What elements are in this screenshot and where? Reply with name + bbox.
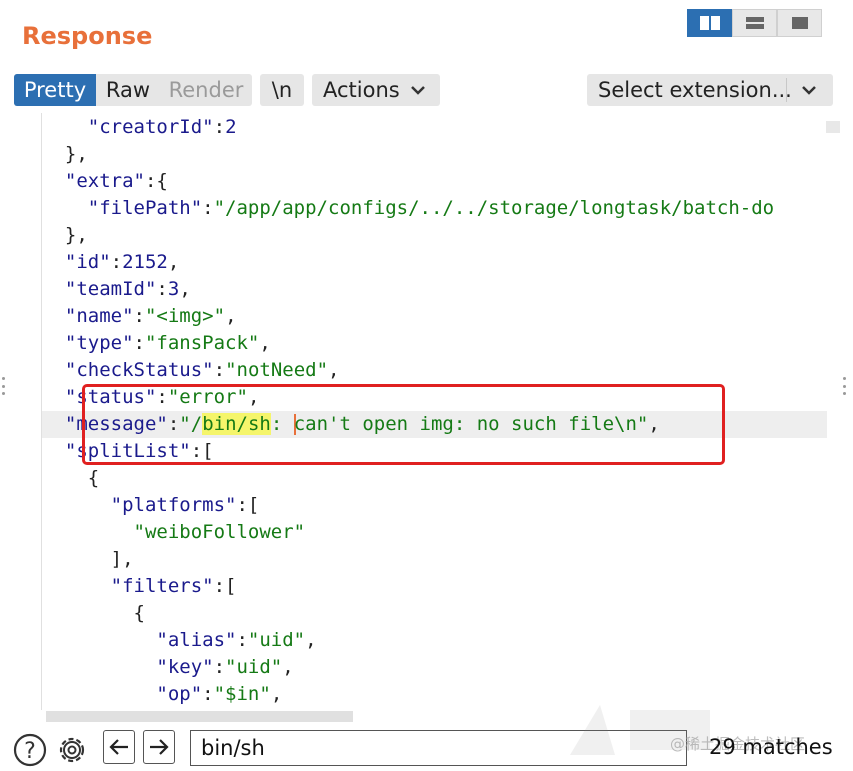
code-line: "creatorId":2 [87,116,237,138]
code-line: "filters":[ [110,575,237,597]
next-match-button[interactable] [143,730,175,764]
tab-pretty[interactable]: Pretty [14,74,96,106]
actions-label: Actions [323,78,400,102]
newline-toggle-button[interactable]: \n [260,74,304,106]
code-line: "type":"fansPack", [64,332,271,354]
code-line: "status":"error", [64,386,260,408]
arrow-left-icon [109,739,128,755]
split-rows-icon [745,17,764,29]
settings-button[interactable] [52,732,92,768]
help-button[interactable]: ? [12,732,48,768]
match-count: 29 matches [709,735,833,759]
code-line: ], [42,548,134,570]
code-line: "platforms":[ [110,494,260,516]
response-editor[interactable]: "creatorId":2 }, "extra":{ "filePath":"/… [42,113,827,710]
code-line: "name":"<img>", [64,305,237,327]
gear-icon [59,737,85,763]
dropdown-divider [786,78,787,102]
single-pane-icon [791,17,808,29]
code-line: "alias":"uid", [156,629,317,651]
code-line: }, [42,224,88,246]
layout-split-horizontal-button[interactable] [687,9,732,37]
select-extension-label: Select extension... [598,78,792,102]
code-line: "key":"uid", [156,656,294,678]
code-line: "id":2152, [64,251,180,273]
code-line: "filePath":"/app/app/configs/../../stora… [87,197,775,219]
split-columns-icon [699,16,720,30]
code-line-current: "message":"/bin/sh: can't open img: no s… [42,411,827,438]
tab-render[interactable]: Render [160,74,252,106]
response-title: Response [22,22,153,50]
code-line: "extra":{ [64,170,168,192]
right-resize-handle[interactable] [843,377,847,395]
actions-button[interactable]: Actions [312,74,440,106]
tab-raw[interactable]: Raw [96,74,160,106]
code-line: "splitList":[ [64,440,214,462]
code-line: "checkStatus":"notNeed", [64,359,340,381]
layout-toggle [687,9,822,37]
svg-text:?: ? [24,739,36,764]
select-extension-dropdown[interactable]: Select extension... [587,74,833,106]
code-line: { [42,467,100,489]
previous-match-button[interactable] [103,730,135,764]
layout-split-vertical-button[interactable] [732,9,777,37]
code-line: "teamId":3, [64,278,191,300]
code-line: { [42,602,145,624]
view-tabs: Pretty Raw Render [14,74,252,106]
code-line: "weiboFollower" [133,521,306,543]
chevron-down-icon [410,86,425,95]
vertical-scrollbar[interactable] [826,121,840,133]
arrow-right-icon [150,739,169,755]
horizontal-scrollbar-thumb[interactable] [46,711,353,722]
layout-single-button[interactable] [777,9,822,37]
question-icon: ? [13,733,47,767]
chevron-down-icon [802,86,816,95]
code-line: }, [42,143,88,165]
left-resize-handle[interactable] [2,377,6,395]
